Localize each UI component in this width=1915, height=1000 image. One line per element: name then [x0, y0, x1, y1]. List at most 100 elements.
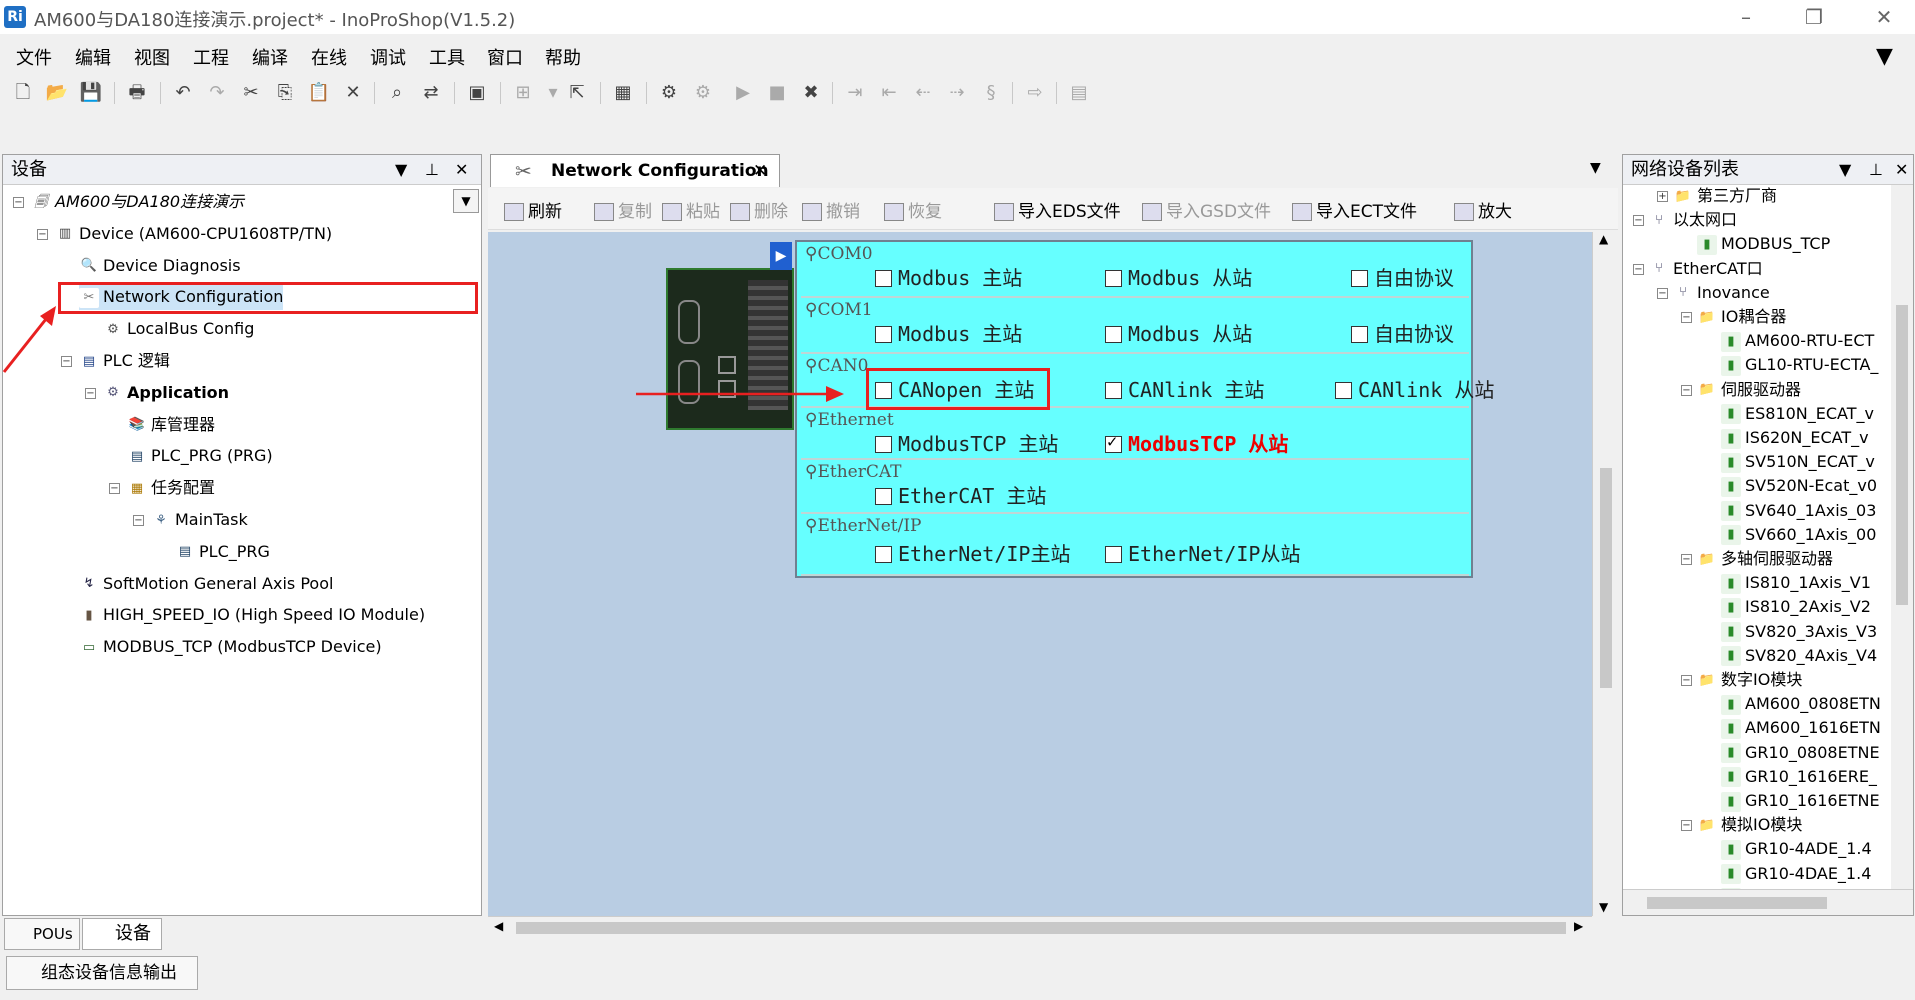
- network-tree-item[interactable]: ⑂ Inovance: [1673, 280, 1770, 306]
- export-icon[interactable]: ⇱: [564, 80, 590, 106]
- forward-icon[interactable]: ⇨: [1022, 80, 1048, 106]
- network-tree-item[interactable]: ▮ IS810_1Axis_V1: [1721, 570, 1871, 596]
- network-tree-item[interactable]: 📁 第三方厂商: [1673, 185, 1777, 209]
- device-tree-item[interactable]: ▮ HIGH_SPEED_IO (High Speed IO Module): [79, 602, 425, 628]
- expand-toggle-icon[interactable]: +: [1657, 191, 1668, 202]
- tab-network-configuration[interactable]: ✂ Network Configuration ✕: [490, 154, 780, 187]
- collapse-toggle-icon[interactable]: −: [1657, 287, 1668, 299]
- import-gsd-button[interactable]: 导入GSD文件: [1142, 197, 1271, 222]
- unchecked-box-icon[interactable]: [1105, 270, 1122, 287]
- copy-button[interactable]: 复制: [594, 197, 652, 222]
- collapse-toggle-icon[interactable]: −: [85, 387, 96, 399]
- network-tree-item[interactable]: 📁 IO耦合器: [1697, 304, 1786, 330]
- paste-button[interactable]: 粘贴: [662, 197, 720, 222]
- collapse-toggle-icon[interactable]: −: [1681, 675, 1692, 686]
- run-to-cursor-icon[interactable]: ⇢: [944, 80, 970, 106]
- unchecked-box-icon[interactable]: [875, 326, 892, 343]
- collapse-toggle-icon[interactable]: −: [133, 515, 144, 526]
- device-tree-item[interactable]: ⚘ MainTask: [151, 507, 248, 533]
- device-tree-item[interactable]: 🗐 AM600与DA180连接演示: [31, 189, 244, 215]
- network-tree-item[interactable]: ▮ SV640_1Axis_03: [1721, 498, 1876, 524]
- panel-close-icon[interactable]: ✕: [455, 155, 468, 185]
- device-tree-item[interactable]: 📚 库管理器: [127, 412, 215, 438]
- network-panel-pin-icon[interactable]: ⊥: [1869, 155, 1883, 185]
- unchecked-box-icon[interactable]: [1105, 546, 1122, 563]
- print-icon[interactable]: 🖶: [124, 80, 150, 106]
- collapse-toggle-icon[interactable]: −: [1681, 820, 1692, 832]
- device-tree-item[interactable]: ▦ 任务配置: [127, 475, 215, 501]
- replace-icon[interactable]: ⇄: [418, 80, 444, 106]
- delete-button[interactable]: 删除: [730, 197, 788, 222]
- filter-icon[interactable]: ▼: [1876, 44, 1893, 69]
- device-tree-item[interactable]: ▤ PLC_PRG: [175, 539, 270, 565]
- network-tree-item[interactable]: ▮ ES810N_ECAT_v: [1721, 401, 1874, 427]
- menu-build[interactable]: 编译: [252, 44, 288, 70]
- copy-icon[interactable]: ⎘: [272, 80, 298, 106]
- unchecked-box-icon[interactable]: [1105, 326, 1122, 343]
- menu-help[interactable]: 帮助: [545, 44, 581, 70]
- network-tree-item[interactable]: ▮ IS810_2Axis_V2: [1721, 594, 1871, 620]
- delete-icon[interactable]: ✕: [340, 80, 366, 106]
- unchecked-box-icon[interactable]: [1351, 326, 1368, 343]
- login-icon[interactable]: ⚙: [656, 80, 682, 106]
- config-option-checkbox[interactable]: Modbus 从站: [1105, 262, 1252, 291]
- device-tree-item[interactable]: ▥ Device (AM600-CPU1608TP/TN): [55, 221, 332, 247]
- config-option-checkbox[interactable]: CANlink 主站: [1105, 374, 1264, 403]
- tab-pous[interactable]: POUs: [4, 918, 80, 950]
- unchecked-box-icon[interactable]: [875, 488, 892, 505]
- device-tree-item[interactable]: ↯ SoftMotion General Axis Pool: [79, 571, 333, 597]
- network-tree-item[interactable]: ▮ SV660_1Axis_00: [1721, 522, 1876, 548]
- breakpoint-icon[interactable]: §: [978, 80, 1004, 106]
- config-option-checkbox[interactable]: 自由协议: [1351, 318, 1454, 347]
- config-option-checkbox[interactable]: ModbusTCP 从站: [1105, 428, 1288, 457]
- device-tree-item[interactable]: ⚙ Application: [103, 380, 229, 406]
- menu-window[interactable]: 窗口: [487, 44, 523, 70]
- canvas-vertical-scrollbar[interactable]: ▲ ▼: [1592, 232, 1618, 916]
- network-tree-item[interactable]: ▮ GR10_1616ERE_: [1721, 764, 1877, 790]
- config-option-checkbox[interactable]: 自由协议: [1351, 262, 1454, 291]
- network-tree-vertical-scrollbar[interactable]: [1891, 185, 1913, 889]
- step-into-icon[interactable]: ⇤: [876, 80, 902, 106]
- reset-icon[interactable]: ✖: [798, 80, 824, 106]
- network-tree-item[interactable]: ▮ AM600-RTU-ECT: [1721, 328, 1874, 354]
- checked-box-icon[interactable]: [1105, 432, 1122, 453]
- device-tree-item[interactable]: ▤ PLC 逻辑: [79, 348, 170, 374]
- step-over-icon[interactable]: ⇥: [842, 80, 868, 106]
- config-option-checkbox[interactable]: EtherNet/IP从站: [1105, 538, 1300, 567]
- config-option-checkbox[interactable]: Modbus 主站: [875, 262, 1022, 291]
- network-panel-dropdown-icon[interactable]: ▼: [1839, 155, 1851, 185]
- zoom-button[interactable]: 放大: [1454, 197, 1512, 222]
- run-icon[interactable]: ▶: [730, 80, 756, 106]
- network-tree-item[interactable]: ▮ SV820_3Axis_V3: [1721, 619, 1877, 645]
- tab-close-icon[interactable]: ✕: [753, 155, 767, 187]
- grid-icon[interactable]: ⊞: [510, 80, 536, 106]
- stop-icon[interactable]: ■: [764, 80, 790, 106]
- write-values-icon[interactable]: ▤: [1066, 80, 1092, 106]
- network-tree-item[interactable]: ▮ MODBUS_TCP: [1697, 231, 1830, 257]
- unchecked-box-icon[interactable]: [875, 270, 892, 287]
- network-tree-item[interactable]: ▮ GR10_1616ETNE: [1721, 788, 1880, 814]
- close-window-button[interactable]: ✕: [1864, 2, 1904, 32]
- network-tree-item[interactable]: ▮ GR10-4DAE_1.4: [1721, 861, 1871, 887]
- network-tree-item[interactable]: ▮ AM600_0808ETN: [1721, 691, 1881, 717]
- unchecked-box-icon[interactable]: [875, 546, 892, 563]
- logout-icon[interactable]: ⚙: [690, 80, 716, 106]
- new-file-icon[interactable]: 🗋: [10, 80, 36, 106]
- open-folder-icon[interactable]: 📂: [44, 80, 70, 106]
- menu-tools[interactable]: 工具: [429, 44, 465, 70]
- unchecked-box-icon[interactable]: [1335, 382, 1352, 399]
- tab-devices[interactable]: 设备: [82, 918, 162, 950]
- unchecked-box-icon[interactable]: [875, 436, 892, 453]
- restore-button[interactable]: ❐: [1794, 2, 1834, 32]
- expand-arrow-icon[interactable]: ▶: [770, 242, 792, 270]
- menu-edit[interactable]: 编辑: [75, 44, 111, 70]
- redo-button[interactable]: 恢复: [884, 197, 942, 222]
- config-option-checkbox[interactable]: EtherCAT 主站: [875, 480, 1046, 509]
- collapse-toggle-icon[interactable]: −: [1681, 554, 1692, 565]
- device-tree-item[interactable]: ▤ PLC_PRG (PRG): [127, 443, 273, 469]
- import-ect-button[interactable]: 导入ECT文件: [1292, 197, 1417, 222]
- tab-list-dropdown-icon[interactable]: ▼: [1590, 160, 1601, 176]
- network-tree-item[interactable]: 📁 多轴伺服驱动器: [1697, 546, 1833, 572]
- collapse-toggle-icon[interactable]: −: [109, 483, 120, 495]
- unchecked-box-icon[interactable]: [1351, 270, 1368, 287]
